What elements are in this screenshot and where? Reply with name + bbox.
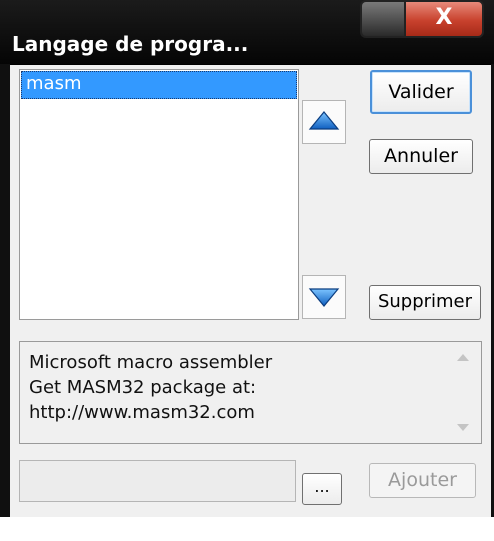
annuler-button[interactable]: Annuler xyxy=(369,139,473,174)
window-bottom-area xyxy=(0,517,494,541)
window-title: Langage de progra... xyxy=(12,32,249,56)
move-down-button[interactable] xyxy=(302,275,346,319)
title-bar[interactable]: Langage de progra... X xyxy=(0,0,494,65)
scroll-up-icon[interactable] xyxy=(457,354,469,361)
arrow-up-icon xyxy=(308,111,340,130)
window-controls: X xyxy=(360,0,484,40)
path-input[interactable] xyxy=(19,460,296,502)
browse-button[interactable]: ... xyxy=(302,473,342,505)
move-up-button[interactable] xyxy=(302,100,346,144)
description-line: Get MASM32 package at: xyxy=(29,377,257,398)
description-box[interactable]: Microsoft macro assembler Get MASM32 pac… xyxy=(19,341,482,444)
list-item-masm[interactable]: masm xyxy=(21,71,297,99)
close-button[interactable]: X xyxy=(404,0,484,38)
supprimer-button[interactable]: Supprimer xyxy=(369,285,481,320)
description-line: Microsoft macro assembler xyxy=(29,352,273,373)
description-line: http://www.masm32.com xyxy=(29,402,255,423)
minimize-button[interactable] xyxy=(360,0,404,38)
scroll-down-icon[interactable] xyxy=(457,424,469,431)
arrow-down-icon xyxy=(308,288,340,307)
close-icon: X xyxy=(435,5,453,30)
language-list[interactable]: masm xyxy=(19,69,299,320)
language-dialog: Langage de progra... X masm Valider Annu… xyxy=(0,0,494,541)
valider-button[interactable]: Valider xyxy=(370,70,472,114)
ajouter-button[interactable]: Ajouter xyxy=(369,463,476,498)
window-frame-left xyxy=(0,64,10,541)
